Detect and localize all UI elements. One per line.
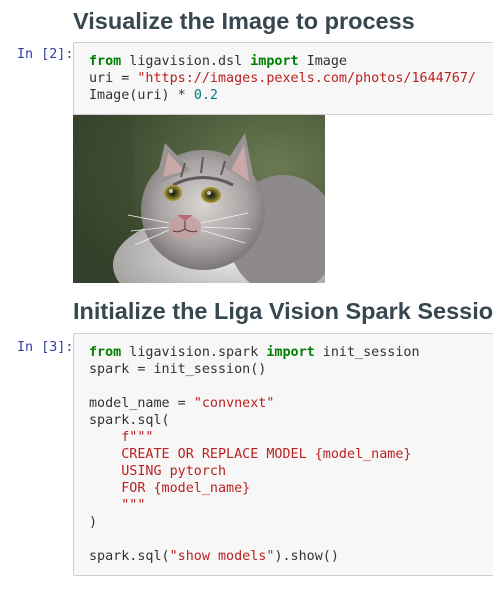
- cat-image-output: [73, 115, 325, 283]
- code-text: ).show(): [274, 549, 339, 564]
- code-text: model_name =: [89, 396, 194, 411]
- code-keyword: from: [89, 54, 122, 69]
- code-keyword: from: [89, 345, 122, 360]
- code-number: 0.2: [193, 88, 218, 103]
- code-string: "show models": [169, 549, 275, 564]
- code-text: spark.sql(: [89, 549, 170, 564]
- code-keyword: import: [266, 345, 315, 360]
- code-string: USING pytorch: [121, 464, 227, 479]
- code-keyword: import: [250, 54, 299, 69]
- code-text: init_session: [314, 345, 420, 360]
- code-text: uri =: [89, 71, 138, 86]
- code-cell-2[interactable]: from ligavision.dsl import Image uri = "…: [73, 42, 493, 115]
- code-string: f""": [121, 430, 154, 445]
- section-heading-init-session: Initialize the Liga Vision Spark Session: [73, 298, 493, 324]
- code-editor[interactable]: from ligavision.spark import init_sessio…: [74, 334, 493, 565]
- code-text: ): [89, 515, 98, 530]
- code-text: Image(uri) *: [89, 88, 194, 103]
- code-string: CREATE OR REPLACE MODEL {model_name}: [121, 447, 412, 462]
- code-string: FOR {model_name}: [121, 481, 251, 496]
- code-text: Image: [298, 54, 347, 69]
- code-string: "https://images.pexels.com/photos/164476…: [137, 71, 476, 86]
- code-string: "convnext": [193, 396, 275, 411]
- code-text: spark = init_session(): [89, 362, 267, 377]
- code-string: """: [121, 498, 146, 513]
- code-text: spark.sql(: [89, 413, 170, 428]
- section-heading-visualize: Visualize the Image to process: [73, 8, 415, 34]
- input-prompt-3: In [3]:: [17, 340, 74, 355]
- code-cell-3[interactable]: from ligavision.spark import init_sessio…: [73, 333, 493, 576]
- input-prompt-2: In [2]:: [17, 47, 74, 62]
- code-editor[interactable]: from ligavision.dsl import Image uri = "…: [74, 43, 493, 104]
- code-text: ligavision.spark: [121, 345, 267, 360]
- code-text: ligavision.dsl: [121, 54, 251, 69]
